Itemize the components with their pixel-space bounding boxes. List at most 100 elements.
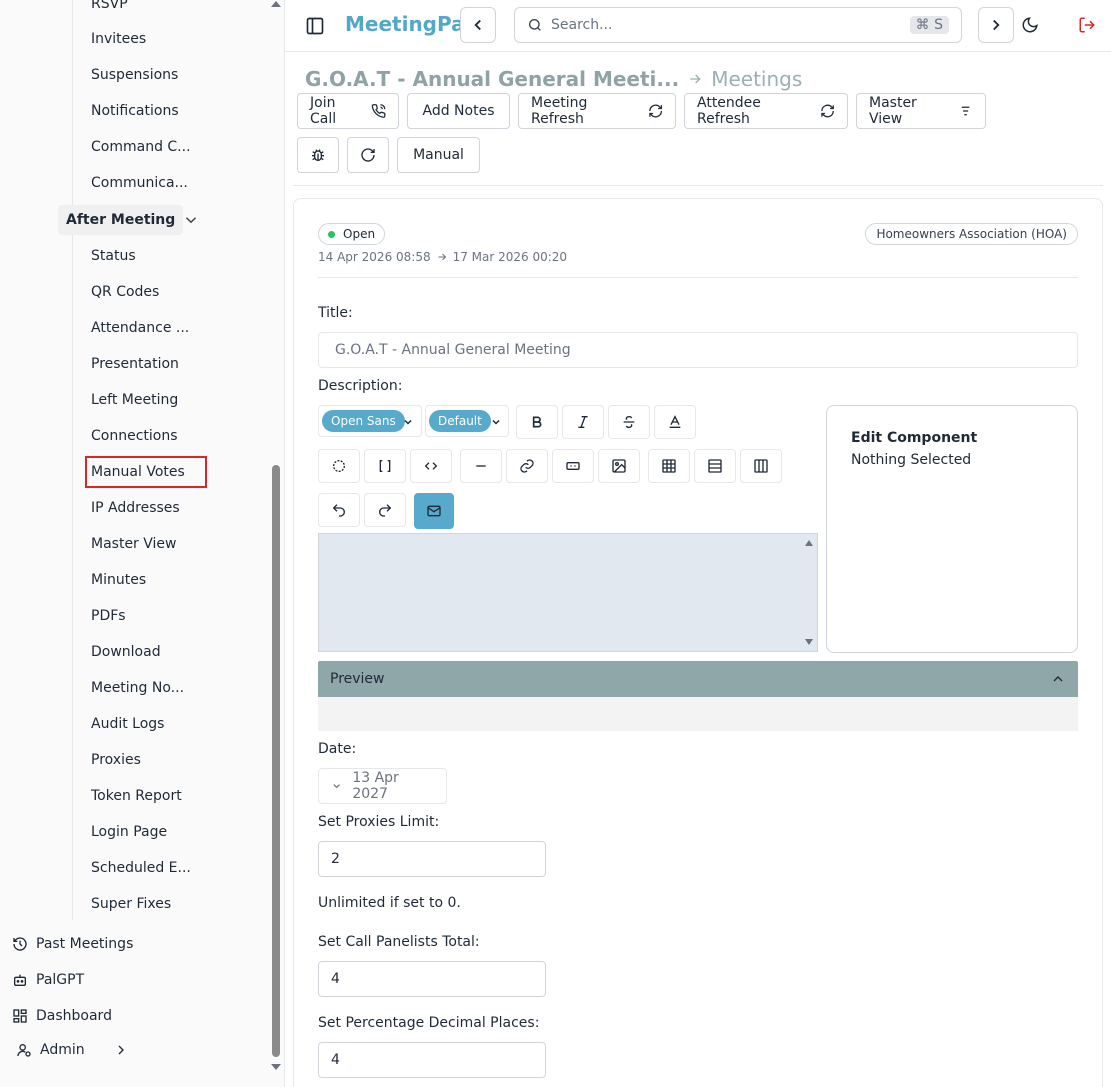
moon-icon[interactable] [1020,15,1040,35]
sidebar-admin[interactable]: Admin [16,1042,129,1058]
text-color-button[interactable] [654,405,696,439]
scrollbar-thumb[interactable] [272,465,280,1057]
dashboard-label: Dashboard [36,1008,112,1024]
end-date: 17 Mar 2026 00:20 [452,250,568,264]
panelists-input[interactable]: 4 [318,961,546,997]
sidebar-item-communications[interactable]: Communica... [91,173,188,193]
sidebar-item-super-fixes[interactable]: Super Fixes [91,894,171,914]
logout-icon[interactable] [1077,15,1097,35]
sidebar-item-download[interactable]: Download [91,642,161,662]
meeting-refresh-label: Meeting Refresh [531,95,588,127]
breadcrumb: G.O.A.T - Annual General Meeti... Meetin… [305,67,802,91]
sidebar-item-token-report[interactable]: Token Report [91,786,182,806]
status-badge: Open [318,223,386,245]
add-notes-button[interactable]: Add Notes [407,93,510,129]
palgpt-label: PalGPT [36,972,85,988]
edit-component-panel: Edit Component Nothing Selected [826,405,1078,653]
sidebar-item-meeting-notes[interactable]: Meeting No... [91,678,184,698]
button-insert-button[interactable] [552,449,594,483]
sidebar-past-meetings[interactable]: Past Meetings [12,936,133,952]
scroll-down-arrow[interactable] [271,1064,281,1070]
sidebar-item-login-page[interactable]: Login Page [91,822,167,842]
minus-icon [476,465,486,467]
sidebar-item-suspensions[interactable]: Suspensions [91,65,178,85]
title-input[interactable]: G.O.A.T - Annual General Meeting [318,332,1078,368]
scroll-up-arrow[interactable] [271,1,281,7]
org-type-badge: Homeowners Association (HOA) [865,223,1078,245]
date-label: Date: [318,741,357,757]
back-button[interactable] [460,7,496,43]
scroll-up-arrow[interactable] [805,540,813,546]
sidebar-item-qr-codes[interactable]: QR Codes [91,282,159,302]
date-picker[interactable]: 13 Apr 2027 [318,768,447,804]
search-shortcut: ⌘ S [909,16,949,34]
font-size-value: Default [429,410,491,432]
chevron-left-icon [474,19,481,31]
select-button[interactable] [318,449,360,483]
redo-button[interactable] [364,493,406,527]
debug-button[interactable] [297,137,339,173]
sidebar-item-ip-addresses[interactable]: IP Addresses [91,498,180,518]
sidebar-dashboard[interactable]: Dashboard [12,1008,112,1024]
description-editor[interactable] [318,533,818,652]
meeting-card: Open 14 Apr 2026 08:58 17 Mar 2026 00:20… [293,198,1103,1087]
redo-icon [379,504,392,517]
sidebar-item-audit-logs[interactable]: Audit Logs [91,714,164,734]
sidebar-item-notifications[interactable]: Notifications [91,101,179,121]
sidebar-toggle-icon[interactable] [303,14,327,38]
brand-logo[interactable]: MeetingPal [345,12,471,36]
decimal-places-input[interactable]: 4 [318,1042,546,1078]
preview-toggle[interactable]: Preview [318,661,1078,697]
meeting-refresh-button[interactable]: Meeting Refresh [518,93,676,129]
rows-button[interactable] [694,449,736,483]
sidebar-item-presentation[interactable]: Presentation [91,354,179,374]
join-call-label: Join Call [310,95,337,127]
link-button[interactable] [506,449,548,483]
rotate-cw-icon [361,148,375,162]
sidebar-item-attendance[interactable]: Attendance ... [91,318,189,338]
mail-icon [427,505,441,517]
email-mode-button[interactable] [414,493,454,529]
strikethrough-icon [623,415,635,429]
sidebar-item-master-view[interactable]: Master View [91,534,176,554]
sidebar-section-after-meeting[interactable]: After Meeting [58,205,184,235]
sidebar-item-status[interactable]: Status [91,246,136,266]
table-icon [662,459,676,473]
sidebar-item-rsvp[interactable]: RSVP [91,0,128,14]
sidebar-item-connections[interactable]: Connections [91,426,178,446]
sidebar-item-scheduled-emails[interactable]: Scheduled E... [91,858,191,878]
image-button[interactable] [598,449,640,483]
brackets-button[interactable] [364,449,406,483]
sidebar-palgpt[interactable]: PalGPT [12,972,84,988]
forward-button[interactable] [978,7,1014,43]
sidebar-item-left-meeting[interactable]: Left Meeting [91,390,178,410]
scroll-down-arrow[interactable] [805,639,813,645]
tree-line [72,0,73,920]
date-range: 14 Apr 2026 08:58 17 Mar 2026 00:20 [318,250,567,264]
search-input[interactable]: Search... ⌘ S [514,7,962,43]
undo-button[interactable] [318,493,360,527]
columns-button[interactable] [740,449,782,483]
chevron-down-icon[interactable] [182,211,200,229]
chevron-down-icon [404,419,412,425]
italic-button[interactable] [562,405,604,439]
strikethrough-button[interactable] [608,405,650,439]
code-button[interactable] [410,449,452,483]
attendee-refresh-button[interactable]: Attendee Refresh [684,93,848,129]
bold-button[interactable] [516,405,558,439]
master-view-button[interactable]: Master View [856,93,986,129]
sidebar-item-minutes[interactable]: Minutes [91,570,146,590]
sidebar-item-invitees[interactable]: Invitees [91,29,146,49]
divider-button[interactable] [460,449,502,483]
reload-button[interactable] [347,137,389,173]
sidebar-item-proxies[interactable]: Proxies [91,750,141,770]
breadcrumb-meetings[interactable]: Meetings [711,67,802,91]
master-view-label: Master View [869,95,917,127]
sidebar-item-command-center[interactable]: Command C... [91,137,191,157]
manual-button[interactable]: Manual [397,137,480,173]
join-call-button[interactable]: Join Call [297,93,399,129]
sidebar-item-pdfs[interactable]: PDFs [91,606,126,626]
table-button[interactable] [648,449,690,483]
proxies-limit-input[interactable]: 2 [318,841,546,877]
link-icon [520,459,534,473]
